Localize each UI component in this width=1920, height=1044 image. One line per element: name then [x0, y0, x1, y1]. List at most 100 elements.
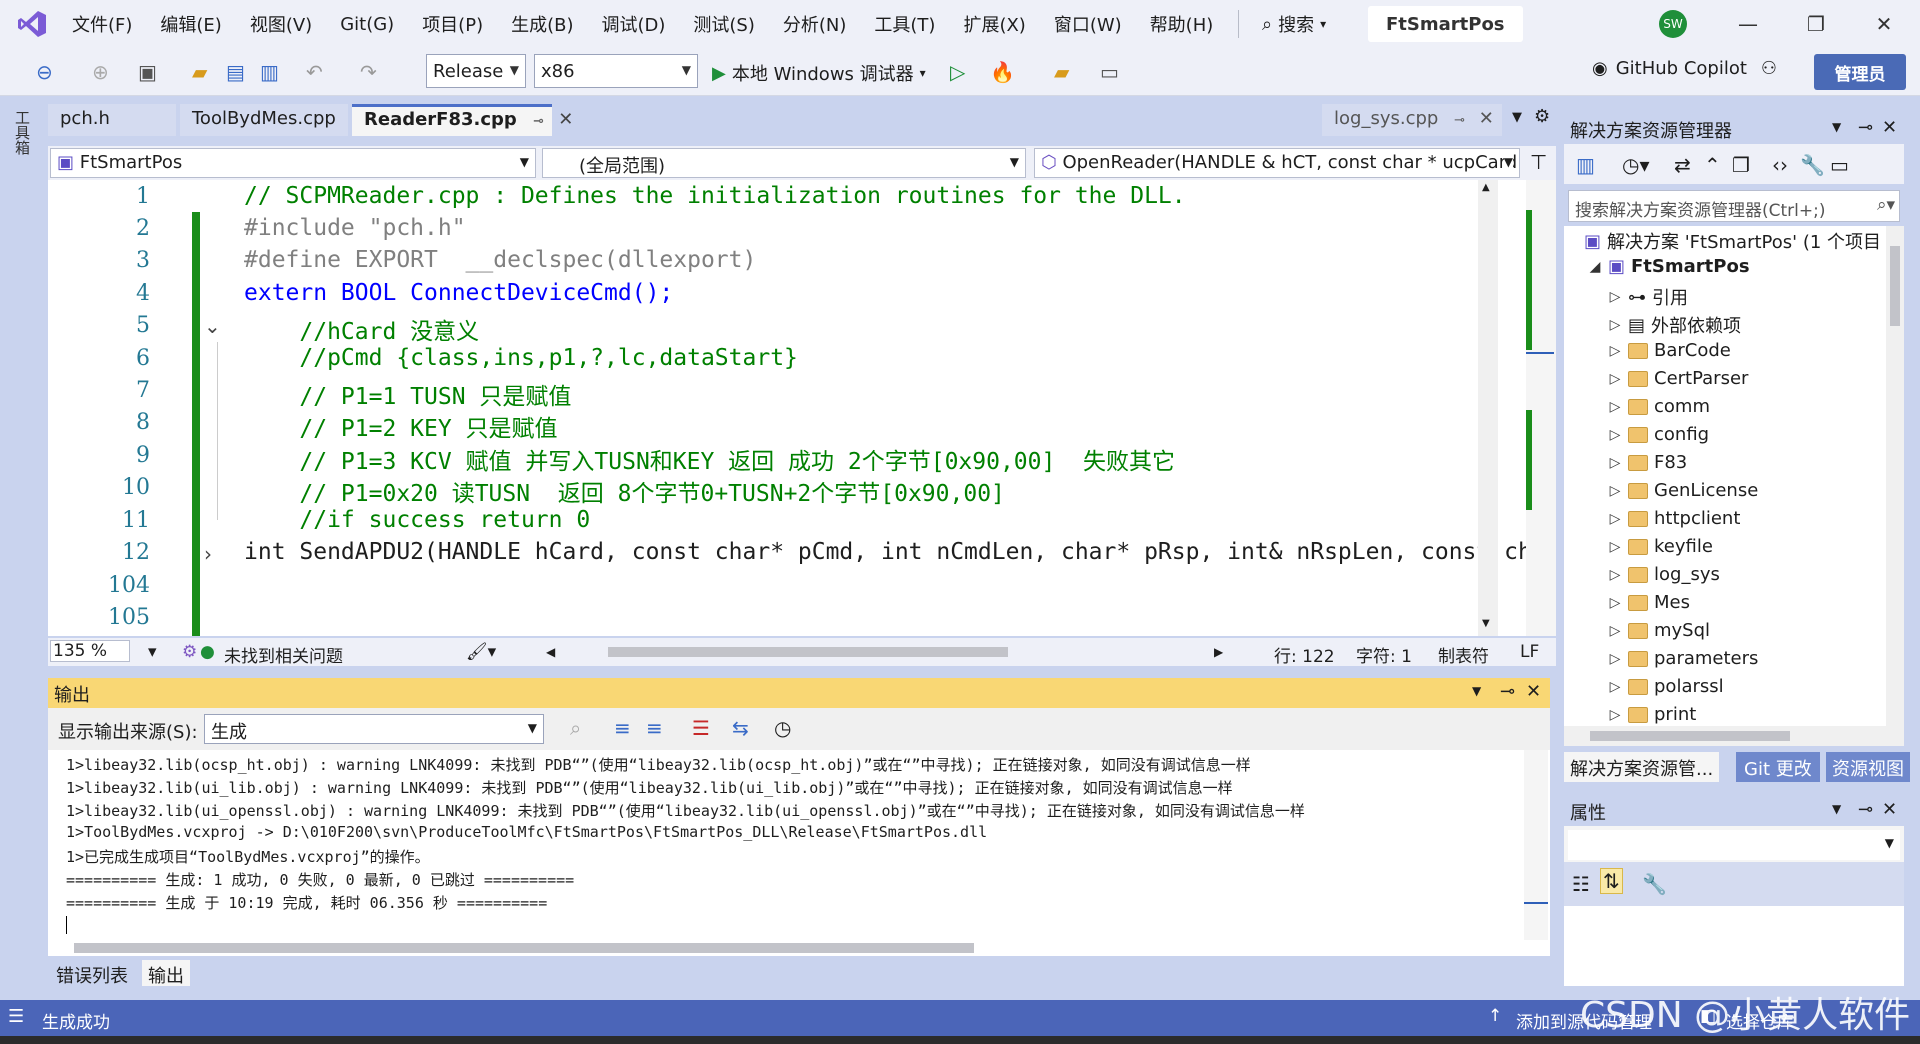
collapsed-arrow-icon[interactable]: ▷ — [1608, 399, 1622, 415]
visual-studio-logo-icon[interactable] — [16, 8, 48, 40]
hot-reload-icon[interactable]: 🔥 — [990, 60, 1015, 84]
editor-vertical-scrollbar[interactable]: ▲ ▼ — [1478, 180, 1498, 636]
new-project-icon[interactable]: ▣ — [138, 60, 157, 84]
tree-item-folder[interactable]: ▷ GenLicense — [1608, 480, 1759, 501]
view-code-icon[interactable]: ‹› — [1772, 153, 1788, 177]
pin-icon[interactable]: ⊸ — [1454, 113, 1465, 128]
collapsed-arrow-icon[interactable]: ▷ — [1608, 511, 1622, 527]
output-text-area[interactable]: 1>libeay32.lib(ocsp_ht.obj) : warning LN… — [48, 750, 1550, 940]
sync-icon[interactable]: ⇄ — [1674, 153, 1691, 177]
tree-item-folder[interactable]: ▷ mySql — [1608, 620, 1710, 641]
tree-item-references[interactable]: ▷ ⊶ 引用 — [1608, 284, 1688, 310]
collapsed-arrow-icon[interactable]: ▷ — [1608, 595, 1622, 611]
forward-icon[interactable]: ⊕ — [92, 60, 109, 84]
browse-folder-icon[interactable]: ▰ — [1054, 60, 1069, 84]
tree-item-folder[interactable]: ▷ F83 — [1608, 452, 1688, 473]
eol-indicator[interactable]: LF — [1520, 642, 1539, 662]
chevron-down-icon[interactable]: ▼ — [1832, 120, 1841, 134]
menu-test[interactable]: 测试(S) — [679, 11, 768, 37]
menu-window[interactable]: 窗口(W) — [1040, 11, 1136, 37]
word-wrap-icon[interactable]: ⇆ — [732, 716, 749, 740]
alphabetical-icon[interactable]: ⇅ — [1600, 868, 1623, 894]
tree-vertical-scrollbar[interactable] — [1886, 226, 1904, 726]
line-indicator[interactable]: 行: 122 — [1274, 642, 1335, 667]
collapsed-arrow-icon[interactable]: ▷ — [1608, 567, 1622, 583]
property-pages-icon[interactable]: 🔧 — [1642, 872, 1667, 896]
chevron-down-icon[interactable]: ▼ — [1472, 684, 1481, 698]
close-panel-icon[interactable]: ✕ — [1882, 799, 1897, 820]
collapsed-arrow-icon[interactable]: ▷ — [1608, 539, 1622, 555]
close-tab-icon[interactable]: ✕ — [558, 109, 573, 130]
tree-item-folder[interactable]: ▷ print — [1608, 704, 1697, 725]
tab-toolbydmes-cpp[interactable]: ToolBydMes.cpp — [180, 104, 348, 136]
minimize-icon[interactable]: — — [1728, 6, 1768, 42]
open-folder-icon[interactable]: ▰ — [192, 60, 207, 84]
undo-icon[interactable]: ↶ — [306, 60, 323, 84]
scroll-left-icon[interactable]: ◀ — [546, 645, 555, 659]
pin-icon[interactable]: ⊸ — [1858, 117, 1873, 138]
pin-icon[interactable]: ⊸ — [533, 114, 544, 129]
menu-help[interactable]: 帮助(H) — [1136, 11, 1228, 37]
scroll-down-icon[interactable]: ▼ — [1482, 618, 1490, 629]
collapsed-arrow-icon[interactable]: ▷ — [1608, 623, 1622, 639]
output-status-icon[interactable]: ☰ — [8, 1006, 24, 1027]
collapsed-arrow-icon[interactable]: ▷ — [1608, 289, 1622, 305]
collapsed-arrow-icon[interactable]: ▷ — [1608, 455, 1622, 471]
tree-item-folder[interactable]: ▷ BarCode — [1608, 340, 1731, 361]
next-message-icon[interactable]: ≡ — [646, 716, 663, 740]
tree-horizontal-scrollbar[interactable] — [1564, 726, 1904, 746]
tree-item-folder[interactable]: ▷ parameters — [1608, 648, 1759, 669]
collapsed-arrow-icon[interactable]: ▷ — [1608, 651, 1622, 667]
object-select[interactable]: ▼ — [1568, 830, 1900, 860]
properties-wrench-icon[interactable]: 🔧 — [1800, 153, 1825, 177]
tree-item-folder[interactable]: ▷ httpclient — [1608, 508, 1741, 529]
menu-tools[interactable]: 工具(T) — [860, 11, 949, 37]
output-source-select[interactable]: 生成 ▼ — [204, 714, 544, 744]
project-dropdown[interactable]: ▣ FtSmartPos ▼ — [50, 148, 536, 178]
tree-hscroll-thumb[interactable] — [1590, 731, 1790, 741]
clear-all-icon[interactable]: ☰ — [692, 716, 710, 740]
code-editor[interactable]: 1 2 3 4 5 6 7 8 9 10 11 12 104 105 ⌄ › /… — [48, 180, 1526, 636]
collapsed-arrow-icon[interactable]: ▷ — [1608, 483, 1622, 499]
previous-message-icon[interactable]: ≡ — [614, 716, 631, 740]
intellicode-icon[interactable]: ⚙ — [182, 642, 197, 662]
output-hscroll-thumb[interactable] — [74, 943, 974, 953]
categorized-icon[interactable]: ☷ — [1572, 872, 1590, 896]
expanded-arrow-icon[interactable]: ◢ — [1588, 259, 1602, 275]
close-tab-icon[interactable]: ✕ — [1479, 108, 1494, 129]
menu-file[interactable]: 文件(F) — [58, 11, 146, 37]
tree-project-node[interactable]: ◢ ▣ FtSmartPos — [1588, 256, 1750, 277]
output-hscroll-track[interactable] — [48, 940, 1550, 956]
code-cleanup-icon[interactable]: 🖌▾ — [466, 642, 496, 662]
issues-label[interactable]: 未找到相关问题 — [224, 642, 343, 667]
pin-icon[interactable]: ⊸ — [1858, 799, 1873, 820]
scope-dropdown[interactable]: (全局范围) ▼ — [542, 148, 1026, 178]
restore-icon[interactable]: ❐ — [1796, 6, 1836, 42]
menu-debug[interactable]: 调试(D) — [588, 11, 680, 37]
toolbox-tab[interactable]: 工具箱 — [12, 110, 33, 155]
tree-item-folder[interactable]: ▷ keyfile — [1608, 536, 1713, 557]
tab-readerf83-cpp[interactable]: ReaderF83.cpp ⊸ ✕ — [352, 104, 573, 136]
menu-build[interactable]: 生成(B) — [497, 11, 587, 37]
collapsed-arrow-icon[interactable]: ▷ — [1608, 679, 1622, 695]
search-button[interactable]: ⌕ 搜索 ▾ — [1262, 8, 1326, 40]
admin-badge[interactable]: 管理员 — [1814, 54, 1906, 90]
back-icon[interactable]: ⊖ — [36, 60, 53, 84]
avatar[interactable]: SW — [1659, 10, 1687, 38]
collapsed-arrow-icon[interactable]: ▷ — [1608, 343, 1622, 359]
tab-output[interactable]: 输出 — [142, 960, 190, 987]
save-icon[interactable]: ▤ — [226, 60, 245, 84]
solution-search-input[interactable]: 搜索解决方案资源管理器(Ctrl+;) ⌕▾ — [1568, 190, 1900, 222]
save-all-icon[interactable]: ▥ — [260, 60, 279, 84]
pending-changes-icon[interactable]: ◷▾ — [1622, 153, 1650, 177]
close-icon[interactable]: ✕ — [1864, 6, 1904, 42]
solution-name-badge[interactable]: FtSmartPos — [1368, 6, 1523, 42]
tree-item-folder[interactable]: ▷ config — [1608, 424, 1709, 445]
pin-icon[interactable]: ⊸ — [1500, 681, 1515, 702]
window-layout-icon[interactable]: ▭ — [1100, 60, 1119, 84]
scroll-up-icon[interactable]: ▲ — [1482, 182, 1490, 193]
tree-item-external-deps[interactable]: ▷ ▤ 外部依赖项 — [1608, 312, 1741, 338]
tab-git-changes[interactable]: Git 更改 — [1736, 752, 1820, 782]
tab-indicator[interactable]: 制表符 — [1438, 642, 1489, 667]
menu-extensions[interactable]: 扩展(X) — [949, 11, 1039, 37]
